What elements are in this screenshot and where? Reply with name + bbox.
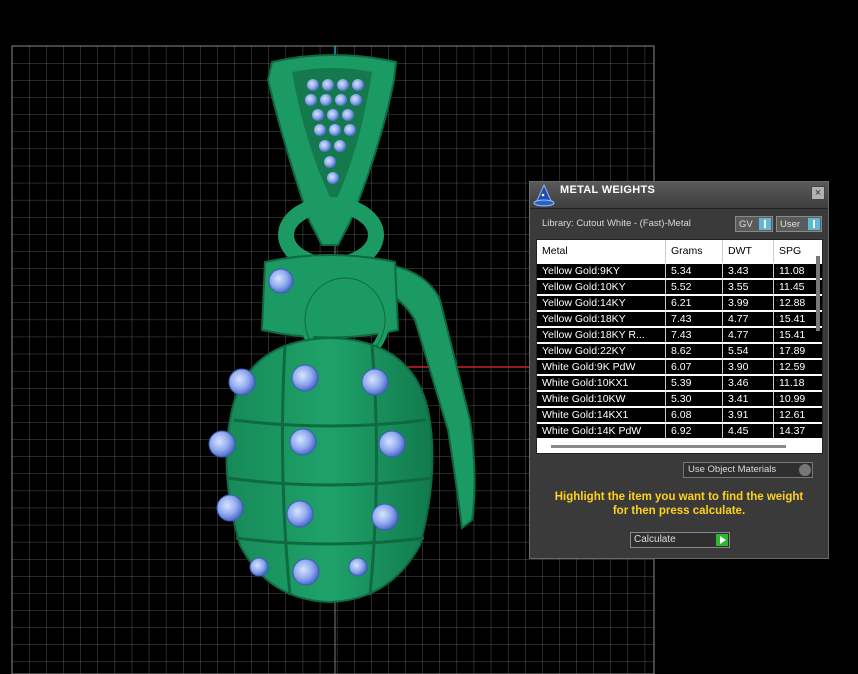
cell-spg: 10.99 bbox=[774, 392, 822, 406]
cell-dwt: 3.46 bbox=[723, 376, 774, 390]
table-row[interactable]: White Gold:10KX1 5.39 3.46 11.18 bbox=[537, 376, 822, 390]
table-row[interactable]: White Gold:14KX1 6.08 3.91 12.61 bbox=[537, 408, 822, 422]
dialog-titlebar[interactable]: METAL WEIGHTS × bbox=[530, 182, 828, 209]
cell-spg: 12.61 bbox=[774, 408, 822, 422]
gv-toggle[interactable]: GV bbox=[735, 216, 773, 232]
column-header-grams[interactable]: Grams bbox=[666, 240, 723, 263]
cell-metal: White Gold:10KX1 bbox=[537, 376, 666, 390]
cell-grams: 7.43 bbox=[666, 312, 723, 326]
cell-metal: White Gold:10KW bbox=[537, 392, 666, 406]
horizontal-scrollbar[interactable] bbox=[551, 445, 786, 448]
cell-dwt: 3.43 bbox=[723, 264, 774, 278]
play-arrow-icon bbox=[716, 534, 728, 546]
cell-metal: White Gold:14K PdW bbox=[537, 424, 666, 438]
cell-spg: 17.89 bbox=[774, 344, 822, 358]
cell-grams: 6.07 bbox=[666, 360, 723, 374]
cell-grams: 5.52 bbox=[666, 280, 723, 294]
cell-dwt: 4.77 bbox=[723, 312, 774, 326]
instruction-text: Highlight the item you want to find the … bbox=[530, 490, 828, 518]
vertical-scrollbar[interactable] bbox=[816, 256, 820, 331]
cell-metal: Yellow Gold:18KY bbox=[537, 312, 666, 326]
table-row[interactable]: Yellow Gold:22KY 8.62 5.54 17.89 bbox=[537, 344, 822, 358]
library-label: Library: Cutout White - (Fast)-Metal bbox=[542, 218, 691, 229]
cell-dwt: 5.54 bbox=[723, 344, 774, 358]
column-header-metal[interactable]: Metal bbox=[537, 240, 666, 263]
close-button[interactable]: × bbox=[811, 186, 825, 200]
cell-grams: 5.30 bbox=[666, 392, 723, 406]
cell-spg: 12.59 bbox=[774, 360, 822, 374]
metal-weights-dialog: METAL WEIGHTS × Library: Cutout White - … bbox=[529, 181, 829, 559]
table-row[interactable]: Yellow Gold:14KY 6.21 3.99 12.88 bbox=[537, 296, 822, 310]
cell-grams: 6.08 bbox=[666, 408, 723, 422]
cell-grams: 5.39 bbox=[666, 376, 723, 390]
table-row[interactable]: White Gold:9K PdW 6.07 3.90 12.59 bbox=[537, 360, 822, 374]
instruction-line-1: Highlight the item you want to find the … bbox=[554, 491, 804, 503]
table-row[interactable]: Yellow Gold:18KY R... 7.43 4.77 15.41 bbox=[537, 328, 822, 342]
cell-grams: 6.92 bbox=[666, 424, 723, 438]
gv-toggle-label: GV bbox=[739, 219, 753, 230]
cell-metal: Yellow Gold:18KY R... bbox=[537, 328, 666, 342]
toggle-switch-icon bbox=[808, 218, 820, 230]
cell-dwt: 4.77 bbox=[723, 328, 774, 342]
calculate-label: Calculate bbox=[634, 534, 676, 545]
cell-spg: 14.37 bbox=[774, 424, 822, 438]
cell-metal: Yellow Gold:14KY bbox=[537, 296, 666, 310]
cell-grams: 6.21 bbox=[666, 296, 723, 310]
cell-metal: Yellow Gold:10KY bbox=[537, 280, 666, 294]
dropdown-knob-icon bbox=[799, 464, 811, 476]
cell-dwt: 3.91 bbox=[723, 408, 774, 422]
cell-dwt: 3.99 bbox=[723, 296, 774, 310]
instruction-line-2: for then press calculate. bbox=[612, 505, 746, 517]
metal-weights-table[interactable]: Metal Grams DWT SPG Yellow Gold:9KY 5.34 3… bbox=[536, 239, 823, 454]
cell-dwt: 4.45 bbox=[723, 424, 774, 438]
toggle-switch-icon bbox=[759, 218, 771, 230]
cell-grams: 7.43 bbox=[666, 328, 723, 342]
materials-dropdown-label: Use Object Materials bbox=[688, 464, 777, 475]
calculate-button[interactable]: Calculate bbox=[630, 532, 730, 548]
cell-spg: 11.18 bbox=[774, 376, 822, 390]
cell-metal: Yellow Gold:22KY bbox=[537, 344, 666, 358]
cell-dwt: 3.55 bbox=[723, 280, 774, 294]
cell-dwt: 3.90 bbox=[723, 360, 774, 374]
materials-dropdown[interactable]: Use Object Materials bbox=[683, 462, 813, 478]
table-row[interactable]: Yellow Gold:10KY 5.52 3.55 11.45 bbox=[537, 280, 822, 294]
column-header-dwt[interactable]: DWT bbox=[723, 240, 774, 263]
wizard-hat-icon bbox=[533, 183, 555, 207]
user-toggle-label: User bbox=[780, 219, 801, 230]
dialog-title: METAL WEIGHTS bbox=[560, 184, 656, 196]
table-row[interactable]: White Gold:14K PdW 6.92 4.45 14.37 bbox=[537, 424, 822, 438]
cell-dwt: 3.41 bbox=[723, 392, 774, 406]
user-toggle[interactable]: User bbox=[776, 216, 822, 232]
table-row[interactable]: Yellow Gold:9KY 5.34 3.43 11.08 bbox=[537, 264, 822, 278]
cell-grams: 5.34 bbox=[666, 264, 723, 278]
cell-metal: White Gold:14KX1 bbox=[537, 408, 666, 422]
cell-metal: White Gold:9K PdW bbox=[537, 360, 666, 374]
cell-metal: Yellow Gold:9KY bbox=[537, 264, 666, 278]
cell-grams: 8.62 bbox=[666, 344, 723, 358]
table-row[interactable]: White Gold:10KW 5.30 3.41 10.99 bbox=[537, 392, 822, 406]
table-row[interactable]: Yellow Gold:18KY 7.43 4.77 15.41 bbox=[537, 312, 822, 326]
